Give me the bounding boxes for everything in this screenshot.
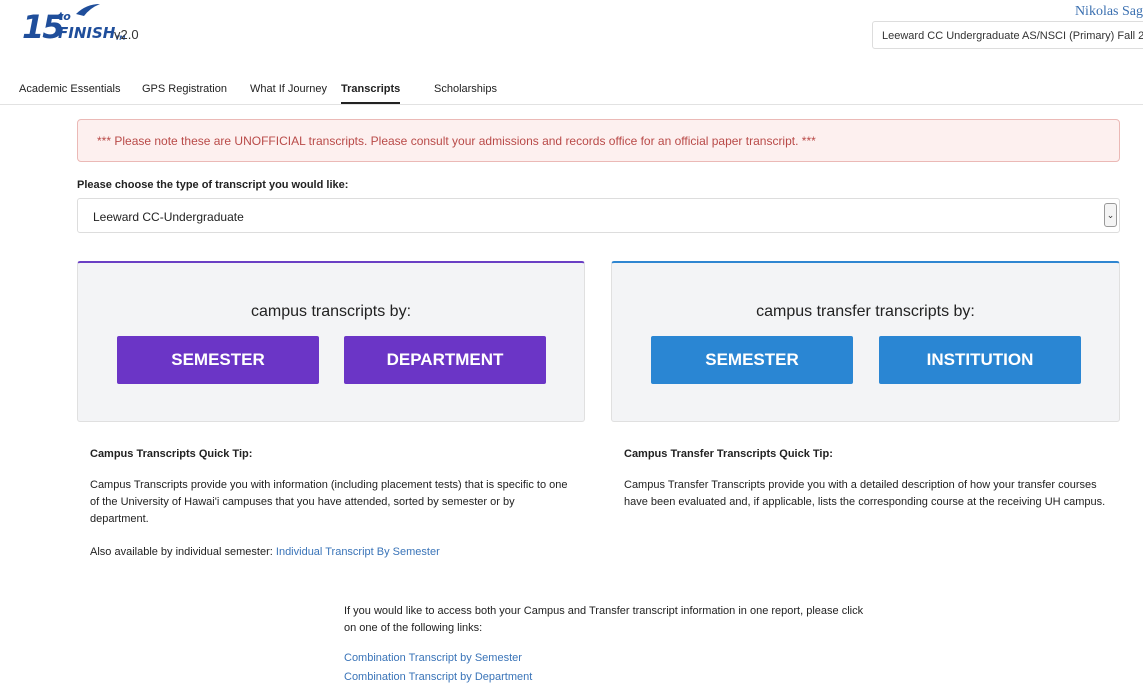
transfer-institution-button[interactable]: INSTITUTION: [879, 336, 1081, 384]
campus-semester-button[interactable]: SEMESTER: [117, 336, 319, 384]
tab-what-if-journey[interactable]: What If Journey: [250, 83, 327, 102]
transfer-semester-button[interactable]: SEMESTER: [651, 336, 853, 384]
transcript-type-value: Leeward CC-Undergraduate: [93, 210, 244, 224]
transfer-tip-body: Campus Transfer Transcripts provide you …: [624, 479, 1106, 508]
transcript-type-label: Please choose the type of transcript you…: [77, 179, 349, 191]
individual-transcript-link[interactable]: Individual Transcript By Semester: [276, 546, 440, 558]
user-name-link[interactable]: Nikolas Sag: [1075, 4, 1143, 20]
combination-semester-link[interactable]: Combination Transcript by Semester: [344, 652, 522, 664]
campus-tip-title: Campus Transcripts Quick Tip:: [90, 448, 253, 460]
transcript-type-select[interactable]: Leeward CC-Undergraduate ⌄: [77, 198, 1120, 233]
tab-scholarships[interactable]: Scholarships: [434, 83, 497, 102]
transfer-tip-title: Campus Transfer Transcripts Quick Tip:: [624, 448, 833, 460]
tab-gps-registration[interactable]: GPS Registration: [142, 83, 227, 102]
transfer-transcripts-panel: campus transfer transcripts by: SEMESTER…: [611, 261, 1120, 422]
unofficial-transcript-alert: *** Please note these are UNOFFICIAL tra…: [77, 119, 1120, 162]
also-available-text: Also available by individual semester:: [90, 546, 273, 558]
logo-to: to: [58, 10, 71, 23]
logo-number: 15: [22, 8, 65, 46]
app-version: v2.0: [114, 27, 139, 42]
academic-plan-select[interactable]: Leeward CC Undergraduate AS/NSCI (Primar…: [872, 21, 1143, 49]
individual-availability: Also available by individual semester: I…: [90, 546, 440, 558]
campus-transcripts-panel: campus transcripts by: SEMESTER DEPARTME…: [77, 261, 585, 422]
swoosh-icon: [76, 4, 100, 16]
nav-divider: [0, 104, 1143, 105]
campus-tip-body: Campus Transcripts provide you with info…: [90, 479, 568, 525]
tab-academic-essentials[interactable]: Academic Essentials: [19, 83, 121, 102]
combination-text: If you would like to access both your Ca…: [344, 605, 864, 634]
transfer-panel-title: campus transfer transcripts by:: [756, 303, 975, 320]
campus-department-button[interactable]: DEPARTMENT: [344, 336, 546, 384]
campus-panel-title: campus transcripts by:: [250, 303, 412, 320]
tab-transcripts[interactable]: Transcripts: [341, 83, 401, 104]
chevron-down-icon[interactable]: ⌄: [1104, 203, 1117, 227]
app-logo[interactable]: 15 to FINISHTM v2.0: [22, 2, 162, 50]
combination-department-link[interactable]: Combination Transcript by Department: [344, 671, 532, 683]
logo-finish-text: FINISH: [58, 24, 116, 42]
